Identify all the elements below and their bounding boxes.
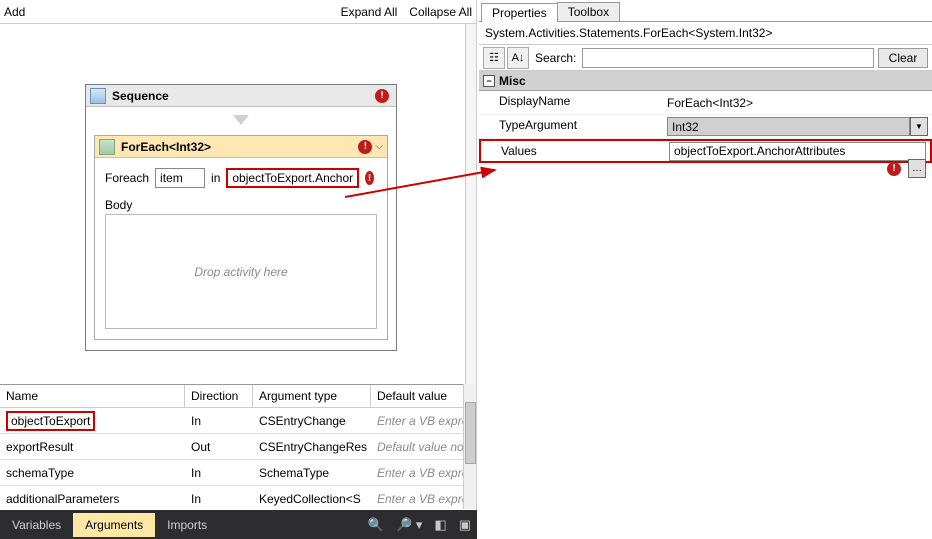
sort-az-icon[interactable]: A↓ xyxy=(507,47,529,69)
foreach-expression-text: objectToExport.Anchor xyxy=(232,171,353,185)
error-icon[interactable]: ! xyxy=(887,162,901,176)
prop-val-typeargument[interactable]: Int32 xyxy=(667,117,910,136)
collapse-chevron-icon[interactable]: ⌵ xyxy=(375,141,383,152)
sequence-header[interactable]: Sequence ! xyxy=(86,85,396,107)
collapse-toggle-icon[interactable]: − xyxy=(483,75,495,87)
col-header-direction[interactable]: Direction xyxy=(185,385,253,407)
argument-row[interactable]: exportResultOutCSEntryChangeResDefault v… xyxy=(0,434,464,460)
arguments-header-row: Name Direction Argument type Default val… xyxy=(0,384,464,408)
foreach-values-input[interactable]: objectToExport.Anchor xyxy=(226,168,359,188)
argument-type[interactable]: CSEntryChange xyxy=(253,412,371,430)
designer-toolbar: Add Expand All Collapse All xyxy=(0,0,476,24)
argument-row[interactable]: schemaTypeInSchemaTypeEnter a VB express xyxy=(0,460,464,486)
error-icon[interactable]: ! xyxy=(365,171,374,185)
add-button[interactable]: Add xyxy=(4,5,25,19)
clear-button[interactable]: Clear xyxy=(878,48,928,68)
col-header-default[interactable]: Default value xyxy=(371,385,464,407)
expand-all-link[interactable]: Expand All xyxy=(341,5,398,19)
prop-row-values[interactable]: Values objectToExport.AnchorAttributes xyxy=(479,139,932,163)
in-keyword: in xyxy=(211,171,220,185)
designer-pane: Add Expand All Collapse All Sequence ! F… xyxy=(0,0,477,539)
argument-row[interactable]: additionalParametersInKeyedCollection<SE… xyxy=(0,486,464,512)
argument-type[interactable]: CSEntryChangeRes xyxy=(253,438,371,456)
prop-name-displayname: DisplayName xyxy=(479,91,663,114)
argument-row[interactable]: objectToExport InCSEntryChangeEnter a VB … xyxy=(0,408,464,434)
argument-direction[interactable]: Out xyxy=(185,438,253,456)
tab-properties[interactable]: Properties xyxy=(481,3,558,22)
args-scrollbar-thumb[interactable] xyxy=(465,402,476,464)
sequence-title: Sequence xyxy=(112,89,169,103)
drop-target[interactable]: Drop activity here xyxy=(105,214,377,329)
search-label: Search: xyxy=(535,51,576,65)
dropdown-icon[interactable]: ▼ xyxy=(910,117,928,136)
prop-name-values: Values xyxy=(481,141,665,161)
argument-direction[interactable]: In xyxy=(185,490,253,508)
collapse-all-link[interactable]: Collapse All xyxy=(409,5,472,19)
args-scrollbar-track[interactable] xyxy=(463,384,476,509)
misc-label: Misc xyxy=(499,74,526,88)
selected-type-label: System.Activities.Statements.ForEach<Sys… xyxy=(479,22,932,45)
properties-toolbar: ☷ A↓ Search: Clear xyxy=(479,45,932,71)
fit-icon[interactable]: ▣ xyxy=(453,517,477,533)
argument-name[interactable]: additionalParameters xyxy=(0,490,185,508)
error-icon[interactable]: ! xyxy=(375,89,389,103)
foreach-icon xyxy=(99,139,115,155)
sequence-activity[interactable]: Sequence ! ForEach<Int32> ! ⌵ Foreach xyxy=(85,84,397,351)
col-header-type[interactable]: Argument type xyxy=(253,385,371,407)
prop-val-values[interactable]: objectToExport.AnchorAttributes xyxy=(669,142,926,161)
argument-type[interactable]: KeyedCollection<S xyxy=(253,490,371,508)
overview-icon[interactable]: ◧ xyxy=(428,517,452,533)
properties-pane: Properties Toolbox System.Activities.Sta… xyxy=(479,0,932,539)
argument-name[interactable]: exportResult xyxy=(0,438,185,456)
argument-default[interactable]: Default value not su xyxy=(371,438,464,456)
foreach-expression-row: Foreach in objectToExport.Anchor ! xyxy=(105,168,377,188)
prop-row-typeargument[interactable]: TypeArgument Int32 ▼ xyxy=(479,115,932,139)
argument-name[interactable]: objectToExport xyxy=(6,411,95,431)
argument-type[interactable]: SchemaType xyxy=(253,464,371,482)
ellipsis-button[interactable]: … xyxy=(908,159,926,178)
prop-val-displayname[interactable]: ForEach<Int32> xyxy=(667,96,928,110)
argument-name[interactable]: schemaType xyxy=(0,464,185,482)
foreach-title: ForEach<Int32> xyxy=(121,140,211,154)
col-header-name[interactable]: Name xyxy=(0,385,185,407)
zoom-control[interactable]: 🔎 ▾ xyxy=(390,517,428,533)
prop-name-typeargument: TypeArgument xyxy=(479,115,663,138)
prop-row-displayname[interactable]: DisplayName ForEach<Int32> xyxy=(479,91,932,115)
body-label: Body xyxy=(105,198,377,212)
search-icon[interactable]: 🔍 xyxy=(362,517,390,533)
foreach-header[interactable]: ForEach<Int32> ! ⌵ xyxy=(95,136,387,158)
tab-arguments[interactable]: Arguments xyxy=(73,513,155,537)
search-input[interactable] xyxy=(582,48,874,68)
bottom-tabbar: Variables Arguments Imports 🔍 🔎 ▾ ◧ ▣ xyxy=(0,510,477,539)
tab-imports[interactable]: Imports xyxy=(155,513,219,537)
misc-category-header[interactable]: − Misc xyxy=(479,71,932,91)
tab-variables[interactable]: Variables xyxy=(0,513,73,537)
tab-toolbox[interactable]: Toolbox xyxy=(557,2,620,21)
foreach-item-input[interactable] xyxy=(155,168,205,188)
sequence-icon xyxy=(90,88,106,104)
connector-arrow xyxy=(86,107,396,133)
argument-direction[interactable]: In xyxy=(185,412,253,430)
error-icon[interactable]: ! xyxy=(358,140,372,154)
argument-default[interactable]: Enter a VB express xyxy=(371,464,464,482)
properties-tabbar: Properties Toolbox xyxy=(479,0,932,22)
argument-default[interactable]: Enter a VB express xyxy=(371,490,464,508)
argument-default[interactable]: Enter a VB express xyxy=(371,412,464,430)
categorize-icon[interactable]: ☷ xyxy=(483,47,505,69)
foreach-activity[interactable]: ForEach<Int32> ! ⌵ Foreach in objectToEx… xyxy=(94,135,388,340)
argument-direction[interactable]: In xyxy=(185,464,253,482)
designer-canvas[interactable]: Sequence ! ForEach<Int32> ! ⌵ Foreach xyxy=(0,24,476,384)
arguments-grid: Name Direction Argument type Default val… xyxy=(0,384,464,509)
foreach-keyword: Foreach xyxy=(105,171,149,185)
